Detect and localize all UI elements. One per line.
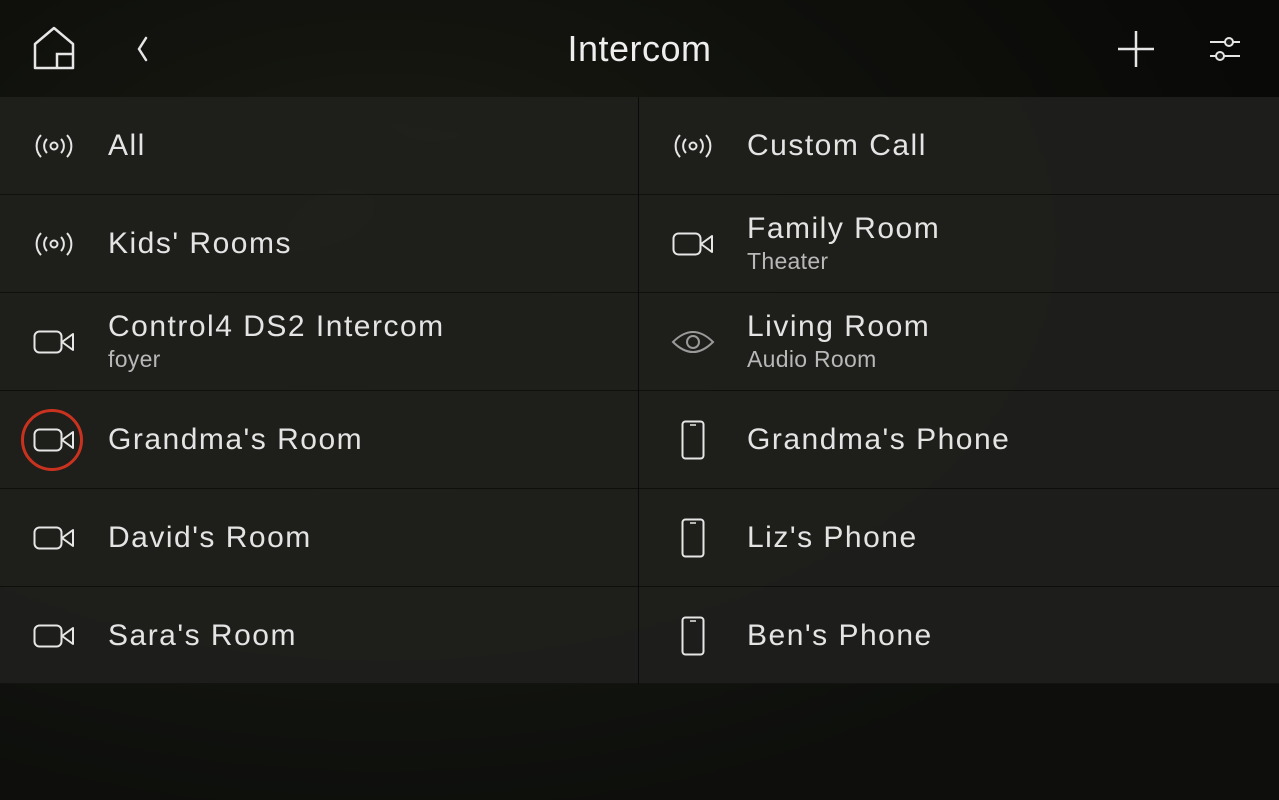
item-name: Ben's Phone <box>747 618 933 652</box>
item-text: Grandma's Phone <box>747 391 1010 488</box>
item-name: Control4 DS2 Intercom <box>108 310 445 343</box>
video-camera-icon <box>28 518 80 558</box>
item-text: All <box>108 97 146 194</box>
item-text: Custom Call <box>747 97 927 194</box>
intercom-grid: All Kids' Rooms Control4 DS2 Intercom foyer… <box>0 97 1279 684</box>
sliders-icon <box>1210 37 1240 61</box>
item-text: Kids' Rooms <box>108 195 292 292</box>
intercom-item-all[interactable]: All <box>0 97 638 194</box>
item-text: Sara's Room <box>108 587 297 684</box>
item-text: David's Room <box>108 489 312 586</box>
intercom-item-ben-s-phone[interactable]: Ben's Phone <box>639 587 1279 684</box>
item-text: Grandma's Room <box>108 391 363 488</box>
item-name: Kids' Rooms <box>108 226 292 260</box>
item-name: Grandma's Room <box>108 422 364 456</box>
item-text: Family Room Theater <box>747 195 940 292</box>
broadcast-icon <box>667 126 719 166</box>
add-button[interactable] <box>1112 25 1160 73</box>
intercom-item-sara-s-room[interactable]: Sara's Room <box>0 587 638 684</box>
broadcast-icon <box>28 126 80 166</box>
item-name: All <box>108 128 146 162</box>
item-name: Living Room <box>747 310 931 343</box>
plus-icon <box>1118 31 1154 67</box>
item-text: Living Room Audio Room <box>747 293 930 390</box>
intercom-item-family-room[interactable]: Family Room Theater <box>639 195 1279 292</box>
video-camera-icon <box>28 322 80 362</box>
item-name: Grandma's Phone <box>747 422 1011 456</box>
phone-icon <box>667 420 719 460</box>
eye-icon <box>667 322 719 362</box>
top-bar: Intercom <box>0 0 1279 97</box>
settings-button[interactable] <box>1202 28 1248 70</box>
item-name: Sara's Room <box>108 618 297 652</box>
intercom-item-liz-s-phone[interactable]: Liz's Phone <box>639 489 1279 586</box>
phone-icon <box>667 616 719 656</box>
item-name: David's Room <box>108 520 312 554</box>
video-camera-icon <box>667 224 719 264</box>
broadcast-icon <box>28 224 80 264</box>
item-name: Custom Call <box>747 128 927 162</box>
item-text: Liz's Phone <box>747 489 918 586</box>
item-text: Ben's Phone <box>747 587 933 684</box>
page-title: Intercom <box>567 28 712 69</box>
item-text: Control4 DS2 Intercom foyer <box>108 293 445 390</box>
item-name: Liz's Phone <box>747 520 918 554</box>
intercom-item-custom-call[interactable]: Custom Call <box>639 97 1279 194</box>
item-subtitle: Audio Room <box>747 346 877 372</box>
intercom-item-grandma-s-phone[interactable]: Grandma's Phone <box>639 391 1279 488</box>
intercom-item-grandma-s-room[interactable]: Grandma's Room <box>0 391 638 488</box>
intercom-item-kids-rooms[interactable]: Kids' Rooms <box>0 195 638 292</box>
phone-icon <box>667 518 719 558</box>
intercom-item-living-room[interactable]: Living Room Audio Room <box>639 293 1279 390</box>
intercom-item-david-s-room[interactable]: David's Room <box>0 489 638 586</box>
item-subtitle: Theater <box>747 248 829 274</box>
intercom-item-control4-ds2-intercom[interactable]: Control4 DS2 Intercom foyer <box>0 293 638 390</box>
video-camera-icon <box>28 616 80 656</box>
item-name: Family Room <box>747 212 941 245</box>
bottom-area <box>0 683 1279 800</box>
video-camera-icon <box>28 420 80 460</box>
item-subtitle: foyer <box>108 346 161 372</box>
